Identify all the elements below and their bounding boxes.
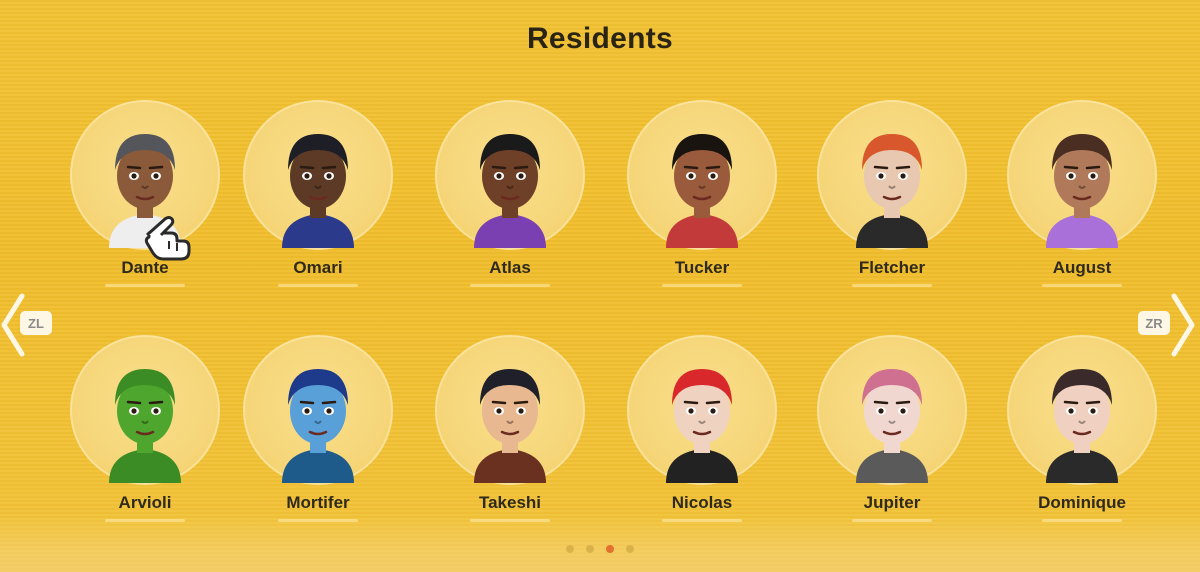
name-underline	[1042, 284, 1122, 287]
resident-card-atlas[interactable]: Atlas	[420, 100, 590, 300]
avatar	[460, 118, 560, 248]
resident-name: Nicolas	[671, 493, 733, 512]
resident-card-mortifer[interactable]: Mortifer	[228, 335, 398, 535]
page-dot-3[interactable]	[606, 545, 614, 553]
resident-card-jupiter[interactable]: Jupiter	[802, 335, 972, 535]
resident-card-nicolas[interactable]: Nicolas	[612, 335, 782, 535]
resident-card-dante[interactable]: Dante	[55, 100, 225, 300]
resident-name: August	[1052, 258, 1112, 277]
resident-card-august[interactable]: August	[992, 100, 1162, 300]
resident-name: Tucker	[674, 258, 730, 277]
resident-name: Atlas	[489, 258, 531, 277]
page-dot-1[interactable]	[566, 545, 574, 553]
avatar	[652, 353, 752, 483]
chevron-left-icon: ZL	[1, 293, 52, 357]
name-underline	[278, 284, 358, 287]
zr-button-label: ZR	[1145, 316, 1163, 331]
page-dot-4[interactable]	[626, 545, 634, 553]
name-underline	[105, 284, 185, 287]
resident-card-tucker[interactable]: Tucker	[612, 100, 782, 300]
name-underline	[662, 284, 742, 287]
resident-name: Mortifer	[286, 493, 350, 512]
next-page-button[interactable]: ZR	[1138, 288, 1200, 362]
name-underline	[105, 519, 185, 522]
resident-card-arvioli[interactable]: Arvioli	[55, 335, 225, 535]
resident-card-fletcher[interactable]: Fletcher	[802, 100, 972, 300]
avatar	[842, 118, 942, 248]
avatar	[268, 118, 368, 248]
avatar	[460, 353, 560, 483]
resident-name: Dante	[121, 258, 169, 277]
residents-grid: Dante Omari Atlas Tucker Fletcher August…	[0, 0, 1200, 572]
zl-button-label: ZL	[28, 316, 44, 331]
name-underline	[470, 284, 550, 287]
resident-name: Takeshi	[478, 493, 542, 512]
resident-card-dominique[interactable]: Dominique	[992, 335, 1162, 535]
residents-screen: Residents Dante Omari Atlas Tucker Fletc…	[0, 0, 1200, 572]
avatar	[95, 353, 195, 483]
avatar	[842, 353, 942, 483]
avatar	[268, 353, 368, 483]
page-indicator	[566, 545, 636, 555]
hand-pointer-icon	[144, 216, 191, 261]
resident-name: Fletcher	[858, 258, 926, 277]
avatar	[1032, 118, 1132, 248]
previous-page-button[interactable]: ZL	[0, 288, 60, 362]
resident-card-takeshi[interactable]: Takeshi	[420, 335, 590, 535]
avatar	[1032, 353, 1132, 483]
name-underline	[470, 519, 550, 522]
resident-card-omari[interactable]: Omari	[228, 100, 398, 300]
chevron-right-icon: ZR	[1138, 293, 1195, 357]
resident-name: Dominique	[1038, 493, 1126, 512]
page-dot-2[interactable]	[586, 545, 594, 553]
name-underline	[852, 284, 932, 287]
resident-name: Jupiter	[863, 493, 921, 512]
name-underline	[1042, 519, 1122, 522]
name-underline	[278, 519, 358, 522]
name-underline	[662, 519, 742, 522]
resident-name: Arvioli	[118, 493, 172, 512]
avatar	[652, 118, 752, 248]
resident-name: Omari	[293, 258, 343, 277]
name-underline	[852, 519, 932, 522]
